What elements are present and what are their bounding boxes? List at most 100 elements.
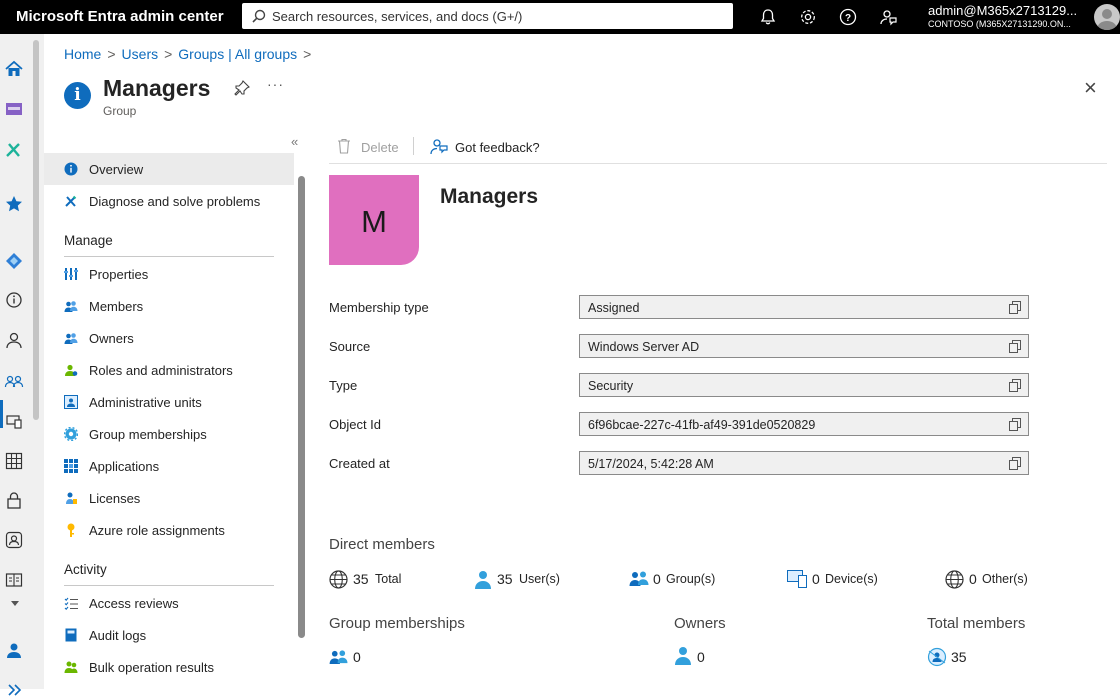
favorites-star-icon[interactable]: [4, 194, 24, 214]
gear-group-icon: [64, 427, 78, 441]
dashboard-icon[interactable]: [4, 99, 24, 119]
groups-icon[interactable]: [4, 371, 24, 391]
page-subtitle: Group: [103, 104, 137, 118]
copy-icon[interactable]: [1009, 301, 1021, 314]
nav-item-label: Roles and administrators: [89, 363, 233, 378]
help-icon[interactable]: ?: [838, 7, 858, 27]
command-bar: Delete Got feedback?: [329, 133, 1107, 164]
copy-icon[interactable]: [1009, 418, 1021, 431]
entra-diamond-icon[interactable]: [4, 251, 24, 271]
prop-label-type: Type: [329, 378, 358, 393]
feedback-icon[interactable]: [878, 7, 898, 27]
nav-item-label: Diagnose and solve problems: [89, 194, 261, 209]
owners-icon: [64, 333, 78, 344]
prop-value-created-at[interactable]: 5/17/2024, 5:42:28 AM: [579, 451, 1029, 475]
info-circle-icon[interactable]: [4, 290, 24, 310]
summary-group-memberships-value: 0: [353, 649, 361, 665]
account-info[interactable]: admin@M365x2713129... CONTOSO (M365X2713…: [928, 3, 1088, 29]
group-name: Managers: [440, 185, 539, 208]
nav-item-label: Access reviews: [89, 596, 179, 611]
nav-item-label: Members: [89, 299, 144, 314]
nav-item-licenses[interactable]: Licenses: [44, 482, 294, 514]
prop-value-text: 5/17/2024, 5:42:28 AM: [588, 457, 714, 471]
nav-section-activity: Activity: [64, 562, 107, 577]
user-icon: [675, 647, 691, 665]
top-bar: Microsoft Entra admin center Search reso…: [0, 0, 1120, 34]
apps-table-icon[interactable]: [4, 451, 24, 471]
stat-users-number: 35: [497, 571, 513, 587]
apps-grid-icon: [64, 459, 78, 473]
nav-item-roles[interactable]: Roles and administrators: [44, 354, 294, 386]
identity-governance-icon[interactable]: [4, 530, 24, 550]
search-icon: [252, 9, 266, 23]
collapse-nav-icon[interactable]: «: [291, 134, 298, 149]
prop-label-object-id: Object Id: [329, 417, 382, 432]
account-user: admin@M365x2713129...: [928, 3, 1078, 18]
nav-item-label: Properties: [89, 267, 149, 282]
rail-scroll-down-icon[interactable]: [10, 598, 20, 608]
prop-value-membership-type[interactable]: Assigned: [579, 295, 1029, 319]
prop-value-source[interactable]: Windows Server AD: [579, 334, 1029, 358]
rail-selection-indicator: [0, 400, 3, 428]
bell-icon[interactable]: [758, 7, 778, 27]
device-icon: [787, 570, 807, 588]
app-title[interactable]: Microsoft Entra admin center: [16, 8, 224, 25]
feedback-label: Got feedback?: [455, 140, 540, 155]
tools-icon[interactable]: [4, 139, 24, 159]
avatar[interactable]: [1094, 4, 1120, 30]
stat-devices-number: 0: [812, 571, 820, 587]
nav-item-admin-units[interactable]: Administrative units: [44, 386, 294, 418]
stat-groups-number: 0: [653, 571, 661, 587]
breadcrumb-home[interactable]: Home: [64, 46, 101, 62]
expand-rail-icon[interactable]: [4, 680, 24, 700]
stat-total-number: 35: [353, 571, 369, 587]
summary-owners-value: 0: [697, 649, 705, 665]
command-divider: [413, 137, 414, 155]
nav-item-label: Applications: [89, 459, 160, 474]
close-icon[interactable]: ×: [1084, 77, 1097, 99]
learn-support-icon[interactable]: [4, 640, 24, 660]
avatar-icon: [1097, 9, 1117, 30]
nav-item-overview[interactable]: Overview: [44, 153, 294, 185]
nav-item-label: Azure role assignments: [89, 523, 225, 538]
nav-item-diagnose[interactable]: Diagnose and solve problems: [44, 185, 294, 217]
nav-item-group-memberships[interactable]: Group memberships: [44, 418, 294, 450]
nav-item-access-reviews[interactable]: Access reviews: [44, 587, 294, 619]
stat-others-label: Other(s): [982, 572, 1028, 586]
breadcrumb-groups[interactable]: Groups | All groups: [178, 46, 297, 62]
breadcrumb-users[interactable]: Users: [122, 46, 159, 62]
verified-id-icon[interactable]: [4, 570, 24, 590]
copy-icon[interactable]: [1009, 379, 1021, 392]
nav-item-azure-roles[interactable]: Azure role assignments: [44, 514, 294, 546]
lock-icon[interactable]: [4, 490, 24, 510]
copy-icon[interactable]: [1009, 457, 1021, 470]
more-options-button[interactable]: ···: [267, 76, 284, 92]
devices-icon[interactable]: [4, 411, 24, 431]
nav-item-owners[interactable]: Owners: [44, 322, 294, 354]
nav-item-label: Overview: [89, 162, 144, 177]
nav-section-manage: Manage: [64, 233, 113, 248]
user-icon[interactable]: [4, 330, 24, 350]
prop-label-membership-type: Membership type: [329, 300, 429, 315]
page-title: Managers: [103, 75, 211, 101]
rail-scrollbar[interactable]: [33, 40, 39, 420]
breadcrumb: Home > Users > Groups | All groups >: [64, 46, 312, 62]
group-icon: [629, 571, 649, 586]
nav-scrollbar[interactable]: [298, 176, 305, 638]
nav-item-members[interactable]: Members: [44, 290, 294, 322]
home-icon[interactable]: [4, 59, 24, 79]
nav-item-properties[interactable]: Properties: [44, 258, 294, 290]
nav-item-audit-logs[interactable]: Audit logs: [44, 619, 294, 651]
search-placeholder: Search resources, services, and docs (G+…: [272, 9, 523, 24]
prop-value-type[interactable]: Security: [579, 373, 1029, 397]
search-box[interactable]: Search resources, services, and docs (G+…: [242, 3, 733, 29]
nav-item-label: Audit logs: [89, 628, 147, 643]
prop-label-created-at: Created at: [329, 456, 390, 471]
copy-icon[interactable]: [1009, 340, 1021, 353]
gear-icon[interactable]: [798, 7, 818, 27]
nav-item-applications[interactable]: Applications: [44, 450, 294, 482]
nav-item-bulk-operations[interactable]: Bulk operation results: [44, 651, 294, 683]
prop-value-object-id[interactable]: 6f96bcae-227c-41fb-af49-391de0520829: [579, 412, 1029, 436]
pin-icon[interactable]: [234, 80, 250, 96]
direct-members-header: Direct members: [329, 536, 435, 553]
